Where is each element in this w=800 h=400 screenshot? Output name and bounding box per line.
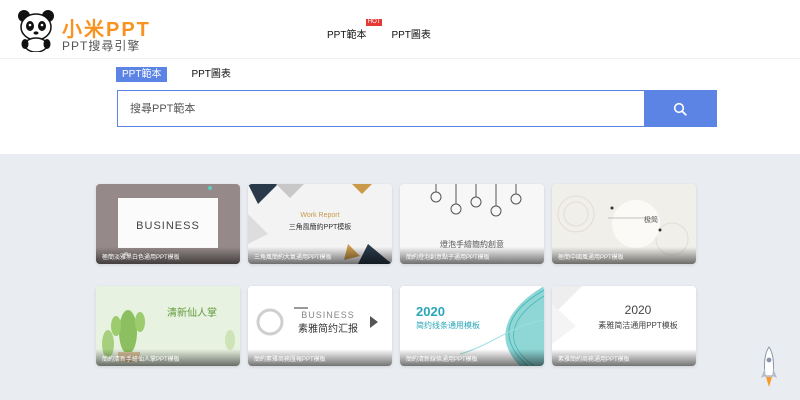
rocket-icon[interactable] xyxy=(758,346,780,390)
tab-ppt-charts[interactable]: PPT圖表 xyxy=(185,67,236,82)
template-card[interactable]: 清新仙人掌 簡約清新手繪仙人掌PPT模板 xyxy=(96,286,240,366)
thumbnail-text: BUSINESS xyxy=(136,220,200,232)
template-card[interactable]: BUSINESS 素雅简约汇报 簡約素雅商務匯報PPT模板 xyxy=(248,286,392,366)
card-caption: 簡約燈泡創意點子通用PPT模板 xyxy=(400,247,544,264)
thumbnail-text: 2020 xyxy=(416,304,445,319)
top-bar: 小米PPT PPT搜尋引擎 PPT範本 HOT PPT圖表 xyxy=(0,0,800,59)
search-input[interactable] xyxy=(118,91,658,126)
thumbnail-text: 素雅简洁通用PPT模板 xyxy=(598,320,678,330)
nav-ppt-charts-label: PPT圖表 xyxy=(391,30,431,41)
panda-icon[interactable] xyxy=(16,8,56,52)
site-header: 小米PPT PPT搜尋引擎 PPT範本 HOT PPT圖表 PPT範本 PPT圖… xyxy=(0,0,800,154)
card-caption-text: 簡約燈泡創意點子通用PPT模板 xyxy=(406,255,490,261)
card-caption: 簡約清新線條通用PPT模板 xyxy=(400,349,544,366)
thumbnail-text: 三角風簡約PPT模板 xyxy=(289,222,352,231)
template-card[interactable]: 2020 素雅简洁通用PPT模板 素雅簡約商務通用PPT模板 xyxy=(552,286,696,366)
nav-ppt-templates[interactable]: PPT範本 HOT xyxy=(327,19,383,41)
card-caption-text: 極簡中國風通用PPT模板 xyxy=(558,255,624,261)
card-caption: 簡約清新手繪仙人掌PPT模板 xyxy=(96,349,240,366)
brand-subtitle: PPT搜尋引擎 xyxy=(62,39,141,53)
template-card[interactable]: Work Report 三角風簡約PPT模板 三角風簡約大氣通用PPT模板 xyxy=(248,184,392,264)
card-caption: 極簡中國風通用PPT模板 xyxy=(552,247,696,264)
card-caption-text: 素雅簡約商務通用PPT模板 xyxy=(558,357,630,363)
thumbnail-text: BUSINESS xyxy=(301,310,355,320)
hot-badge: HOT xyxy=(365,19,383,26)
card-caption-text: 簡約清新線條通用PPT模板 xyxy=(406,357,478,363)
thumbnail-text: 清新仙人掌 xyxy=(167,306,217,319)
card-caption-text: 簡約素雅商務匯報PPT模板 xyxy=(254,357,326,363)
thumbnail-text: 简约线条通用模板 xyxy=(416,320,480,330)
template-card[interactable]: 极简 極簡中國風通用PPT模板 xyxy=(552,184,696,264)
nav-ppt-templates-label: PPT範本 xyxy=(327,30,367,41)
card-caption: 簡約素雅商務匯報PPT模板 xyxy=(248,349,392,366)
card-caption-text: 三角風簡約大氣通用PPT模板 xyxy=(254,255,332,261)
main-nav: PPT範本 HOT PPT圖表 xyxy=(327,19,431,41)
search-box xyxy=(117,90,717,127)
template-card[interactable]: 燈泡手繪簡約創意 簡約燈泡創意點子通用PPT模板 xyxy=(400,184,544,264)
card-caption-text: 簡約清新手繪仙人掌PPT模板 xyxy=(102,357,180,363)
thumbnail-text: Work Report xyxy=(300,212,339,219)
template-card[interactable]: BUSINESS 極簡淡雅黑白色通用PPT模板 xyxy=(96,184,240,264)
template-card[interactable]: 2020 简约线条通用模板 簡約清新線條通用PPT模板 xyxy=(400,286,544,366)
thumbnail-text: 极简 xyxy=(644,215,658,224)
thumbnail-text: 2020 xyxy=(625,303,652,317)
tab-ppt-templates[interactable]: PPT範本 xyxy=(116,67,168,82)
search-icon xyxy=(673,102,687,116)
card-caption: 三角風簡約大氣通用PPT模板 xyxy=(248,247,392,264)
search-tabs: PPT範本 PPT圖表 xyxy=(116,67,237,82)
card-caption-text: 極簡淡雅黑白色通用PPT模板 xyxy=(102,255,180,261)
thumbnail-text: 素雅简约汇报 xyxy=(298,322,358,335)
search-button[interactable] xyxy=(644,91,716,126)
card-caption: 極簡淡雅黑白色通用PPT模板 xyxy=(96,247,240,264)
nav-ppt-charts[interactable]: PPT圖表 xyxy=(391,26,430,41)
card-caption: 素雅簡約商務通用PPT模板 xyxy=(552,349,696,366)
